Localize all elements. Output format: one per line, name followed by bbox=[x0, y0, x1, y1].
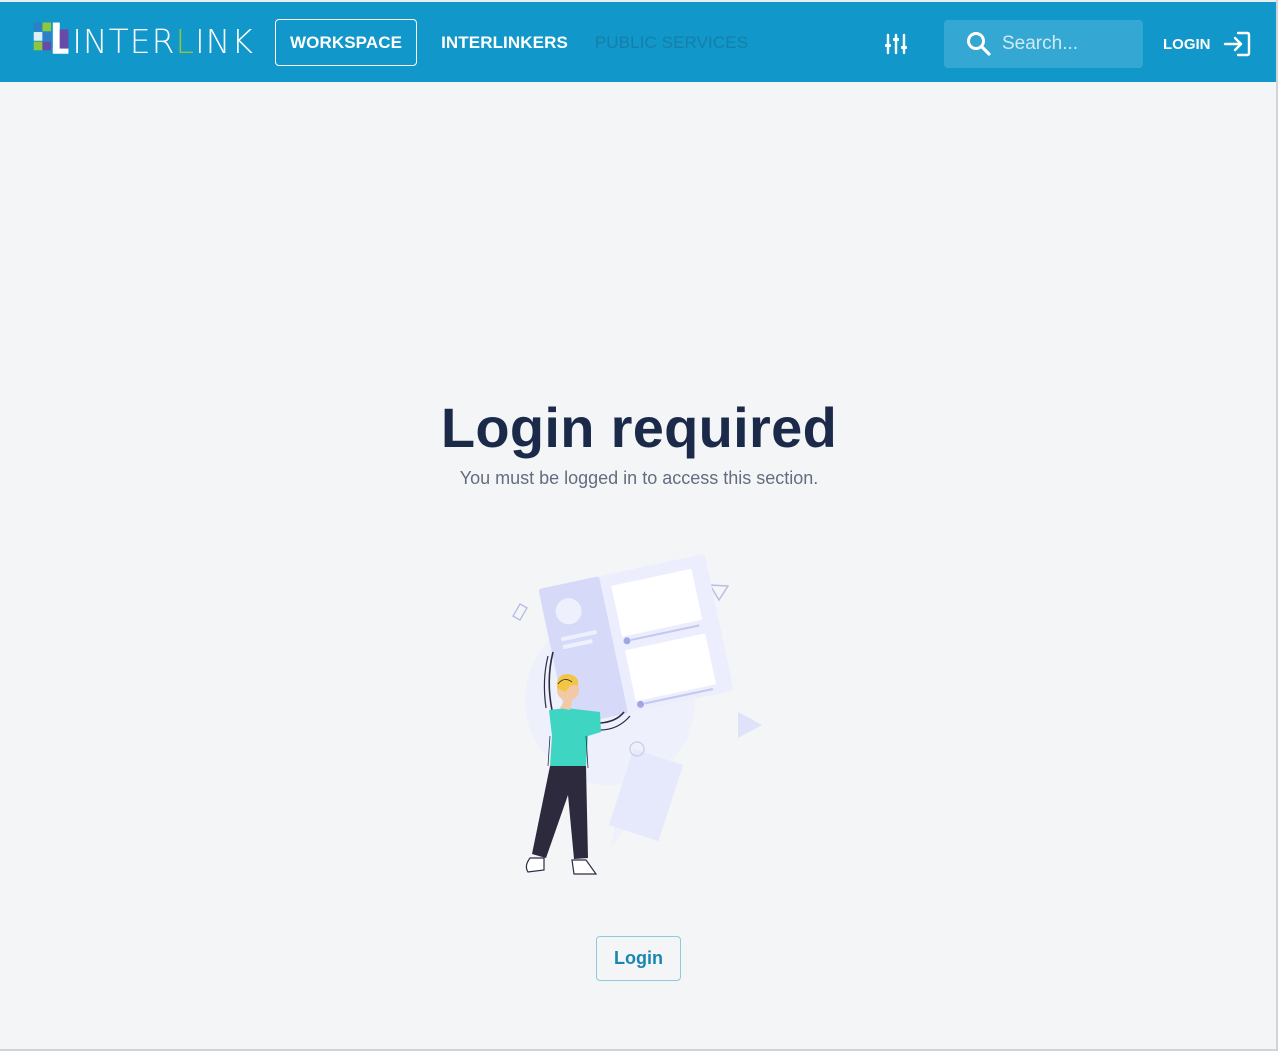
window-frame bbox=[0, 0, 1278, 1051]
person-holding-document-illustration bbox=[512, 554, 762, 875]
nav-public-services[interactable]: PUBLIC SERVICES bbox=[594, 19, 749, 66]
logo-wordmark: INTERLINK bbox=[72, 21, 254, 61]
top-navbar: INTERLINK WORKSPACE INTERLINKERS PUBLIC … bbox=[0, 0, 1278, 82]
interlink-logo[interactable]: INTERLINK bbox=[32, 17, 254, 61]
nav-interlinkers[interactable]: INTERLINKERS bbox=[432, 19, 577, 66]
search-box bbox=[944, 20, 1143, 68]
page-title: Login required bbox=[440, 396, 838, 459]
header-login-link[interactable]: LOGIN bbox=[1163, 28, 1251, 60]
page-subtitle: You must be logged in to access this sec… bbox=[459, 468, 819, 488]
sliders-icon[interactable] bbox=[884, 33, 908, 55]
login-arrow-icon bbox=[1223, 31, 1250, 57]
logo-mark-icon bbox=[33, 22, 69, 54]
header-login-label: LOGIN bbox=[1163, 35, 1211, 53]
nav-workspace[interactable]: WORKSPACE bbox=[275, 19, 417, 66]
login-button[interactable]: Login bbox=[596, 936, 681, 981]
search-icon[interactable] bbox=[966, 31, 992, 57]
search-input[interactable] bbox=[1002, 28, 1132, 60]
